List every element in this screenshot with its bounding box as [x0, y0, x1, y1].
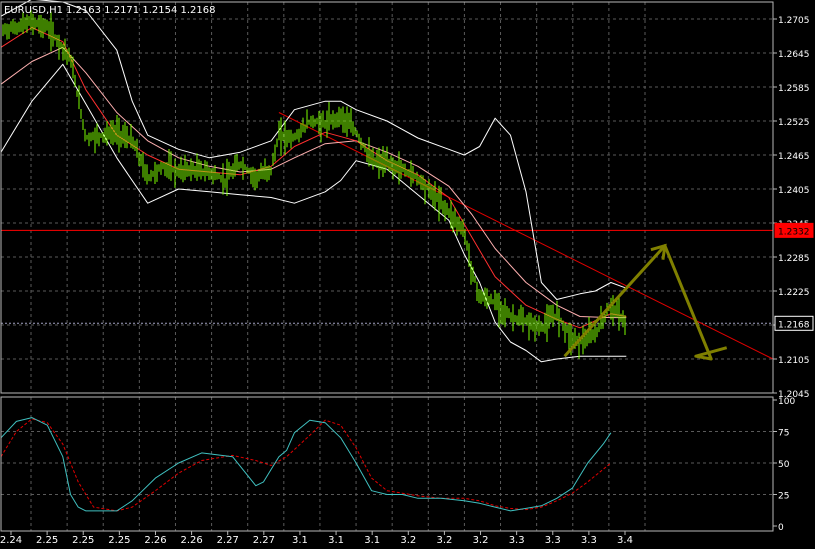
stoch-axis-label: 25	[778, 492, 789, 502]
price-axis-label: 1.2705	[778, 16, 810, 26]
time-axis-label: 2.24	[0, 535, 22, 546]
time-axis-label: 2.25	[108, 535, 130, 546]
price-axis-label: 1.2585	[778, 84, 810, 94]
stoch-axis-label: 50	[778, 460, 790, 470]
time-axis-label: 3.2	[400, 535, 416, 546]
price-axis-label: 1.2285	[778, 254, 810, 264]
price-chart: 1.2705 1.2645 1.2585 1.2525 1.2465 1.2405 1.23…	[0, 0, 815, 549]
chart-background	[0, 0, 815, 549]
price-axis-label: 1.2465	[778, 152, 810, 162]
time-axis-label: 2.27	[253, 535, 275, 546]
time-axis-label: 3.1	[364, 535, 380, 546]
time-axis-label: 3.4	[617, 535, 633, 546]
time-axis-label: 3.3	[545, 535, 561, 546]
stoch-axis-label: 75	[778, 429, 789, 439]
price-axis-label: 1.2405	[778, 186, 810, 196]
time-axis-label: 3.3	[581, 535, 597, 546]
price-axis-label: 1.2225	[778, 288, 810, 298]
time-axis-label: 3.2	[473, 535, 489, 546]
price-axis-label: 1.2105	[778, 356, 810, 366]
time-axis-label: 3.1	[292, 535, 308, 546]
time-axis-label: 2.27	[217, 535, 239, 546]
time-axis-label: 3.3	[509, 535, 525, 546]
time-axis-label: 3.2	[436, 535, 452, 546]
price-axis-label: 1.2525	[778, 118, 810, 128]
time-axis-label: 2.26	[144, 535, 166, 546]
chart-symbol-label: EURUSD,H1	[4, 5, 63, 16]
resistance-price-label: 1.2332	[778, 227, 810, 237]
time-axis-label: 3.1	[328, 535, 344, 546]
time-axis-label: 2.25	[72, 535, 94, 546]
chart-ohlc-label: 1.2163 1.2171 1.2154 1.2168	[66, 5, 216, 16]
stoch-axis-label: 0	[778, 523, 784, 533]
stoch-axis-label: 100	[778, 397, 795, 407]
time-axis-label: 2.26	[180, 535, 202, 546]
price-axis-label: 1.2645	[778, 50, 810, 60]
bid-price-label: 1.2168	[778, 320, 810, 330]
time-axis-label: 2.25	[36, 535, 58, 546]
